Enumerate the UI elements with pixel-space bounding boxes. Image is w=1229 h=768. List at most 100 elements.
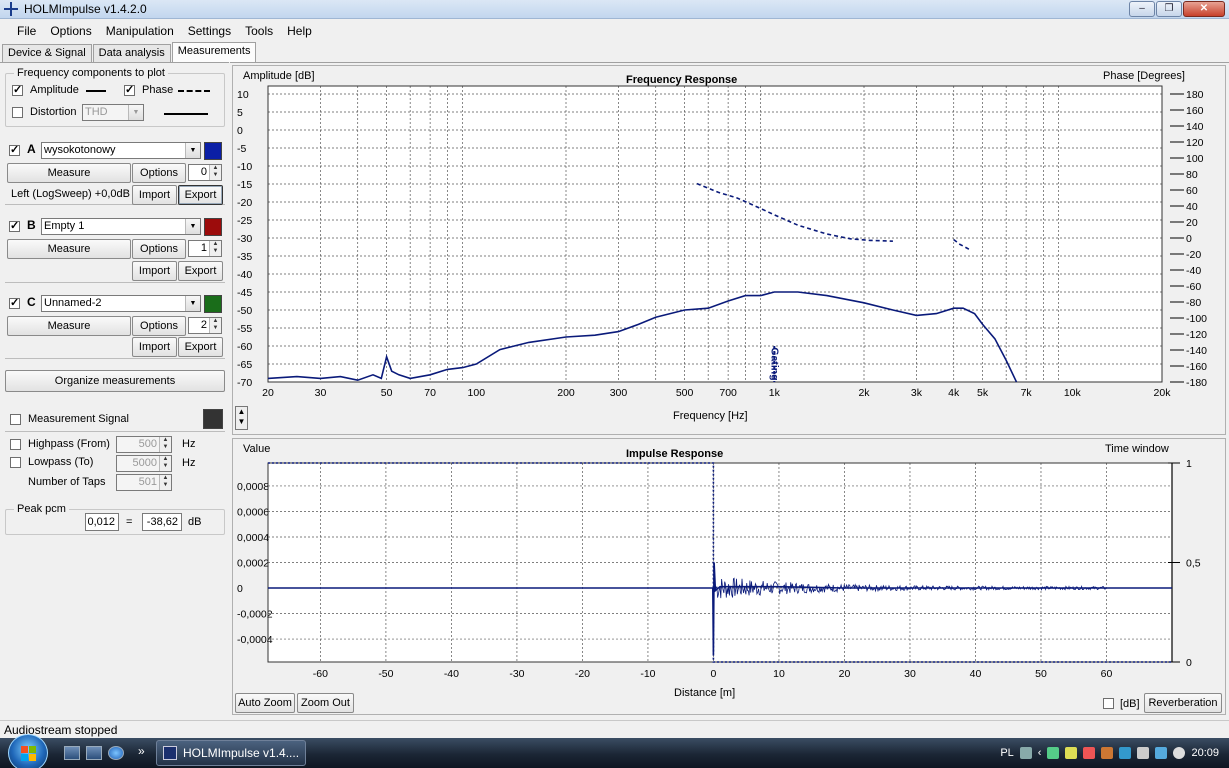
- internet-explorer-icon[interactable]: [108, 746, 124, 760]
- measurement-a-letter: A: [27, 142, 36, 156]
- freq-x-tick-label: 1k: [769, 387, 781, 399]
- highpass-checkbox[interactable]: [10, 438, 21, 450]
- measurement-c-import-button[interactable]: Import: [132, 337, 177, 357]
- reverberation-button[interactable]: Reverberation: [1144, 693, 1222, 713]
- freq-y-tick-label: -10: [237, 161, 252, 173]
- show-desktop-icon[interactable]: [64, 746, 80, 760]
- stepper-arrows-icon[interactable]: ▲ ▼: [159, 456, 171, 471]
- measurement-c-options-button[interactable]: Options: [132, 316, 186, 336]
- tab-data-analysis[interactable]: Data analysis: [92, 44, 171, 62]
- tray-settings-icon[interactable]: [1119, 747, 1132, 759]
- distortion-checkbox[interactable]: [12, 106, 23, 118]
- tab-device-signal[interactable]: Device & Signal: [2, 44, 92, 62]
- measurement-a-checkbox[interactable]: [9, 143, 20, 156]
- measurement-c-select[interactable]: Unnamed-2 ▼: [41, 295, 201, 312]
- measurement-a-import-button[interactable]: Import: [132, 185, 177, 205]
- measurement-a-measure-button[interactable]: Measure: [7, 163, 131, 183]
- organize-measurements-button[interactable]: Organize measurements: [5, 370, 225, 392]
- tab-measurements[interactable]: Measurements: [171, 42, 257, 62]
- start-button[interactable]: [8, 734, 48, 768]
- measurement-b-export-button[interactable]: Export: [178, 261, 223, 281]
- language-indicator[interactable]: PL: [1000, 747, 1013, 759]
- volume-icon[interactable]: [1101, 747, 1114, 759]
- freq-y-tick-label: 5: [237, 107, 243, 119]
- measurement-c-index-stepper[interactable]: 2 ▲ ▼: [188, 317, 222, 334]
- battery-icon[interactable]: [1137, 747, 1150, 759]
- measurement-c-checkbox[interactable]: [9, 296, 20, 309]
- measurement-a-color-swatch[interactable]: [204, 142, 222, 160]
- peak-pcm-legend: Peak pcm: [14, 503, 69, 515]
- measurement-a-select[interactable]: wysokotonowy ▼: [41, 142, 201, 159]
- freq-x-tick-label: 20: [262, 387, 274, 399]
- measurement-b-select[interactable]: Empty 1 ▼: [41, 218, 201, 235]
- taps-stepper[interactable]: 501 ▲ ▼: [116, 474, 172, 491]
- menu-help[interactable]: Help: [280, 24, 319, 38]
- speaker-icon[interactable]: [1173, 747, 1186, 759]
- taskbar-holmimpulse-button[interactable]: HOLMImpulse v1.4....: [156, 740, 306, 766]
- action-center-icon[interactable]: [1083, 747, 1096, 759]
- distortion-select-value: THD: [85, 106, 108, 118]
- measurement-c-export-button[interactable]: Export: [178, 337, 223, 357]
- measurement-c-measure-button[interactable]: Measure: [7, 316, 131, 336]
- maximize-button[interactable]: ❐: [1156, 1, 1182, 17]
- phase-checkbox[interactable]: [124, 83, 135, 96]
- menu-bar: File Options Manipulation Settings Tools…: [0, 20, 1229, 41]
- measurement-a-index-stepper[interactable]: 0 ▲ ▼: [188, 164, 222, 181]
- peak-pcm-value: 0,012: [85, 513, 119, 531]
- frequency-components-legend: Frequency components to plot: [14, 67, 168, 79]
- stepper-arrows-icon[interactable]: ▲ ▼: [159, 437, 171, 452]
- measurement-b-color-swatch[interactable]: [204, 218, 222, 236]
- measurement-signal-checkbox[interactable]: [10, 413, 21, 425]
- measurement-b-index-stepper[interactable]: 1 ▲ ▼: [188, 240, 222, 257]
- stepper-arrows-icon[interactable]: ▲ ▼: [159, 475, 171, 490]
- lowpass-checkbox[interactable]: [10, 456, 21, 468]
- scroll-up-down-icon[interactable]: ▲ ▼: [235, 406, 248, 430]
- menu-settings[interactable]: Settings: [181, 24, 238, 38]
- keyboard-icon[interactable]: [1019, 747, 1032, 759]
- freq-y-tick-label: -45: [237, 287, 252, 299]
- signal-color-swatch[interactable]: [203, 409, 223, 429]
- holmimpulse-task-icon: [163, 746, 177, 760]
- tray-app-icon[interactable]: [1047, 747, 1060, 759]
- imp-x-tick-label: 40: [970, 668, 982, 680]
- frequency-response-chart[interactable]: 1050-5-10-15-20-25-30-35-40-45-50-55-60-…: [233, 66, 1227, 436]
- measurement-b-measure-button[interactable]: Measure: [7, 239, 131, 259]
- freq-y2-tick-label: -100: [1186, 313, 1207, 325]
- tray-expand-icon[interactable]: ‹: [1038, 747, 1042, 759]
- stepper-arrows-icon[interactable]: ▲ ▼: [209, 241, 221, 256]
- freq-y2-tick-label: -60: [1186, 281, 1201, 293]
- measurement-b-checkbox[interactable]: [9, 219, 20, 232]
- close-button[interactable]: ✕: [1183, 1, 1225, 17]
- amplitude-checkbox[interactable]: [12, 83, 23, 96]
- freq-x-tick-label: 20k: [1154, 387, 1172, 399]
- measurement-c-row: C Unnamed-2 ▼ Measure Options 2 ▲▼ Impor…: [5, 291, 225, 359]
- stepper-arrows-icon[interactable]: ▲ ▼: [209, 318, 221, 333]
- imp-y-left-label: Value: [243, 443, 271, 455]
- zoom-out-button[interactable]: Zoom Out: [297, 693, 354, 713]
- network-icon[interactable]: [1065, 747, 1078, 759]
- measurement-b-options-button[interactable]: Options: [132, 239, 186, 259]
- stepper-arrows-icon[interactable]: ▲ ▼: [209, 165, 221, 180]
- peak-pcm-group: Peak pcm 0,012 = -38,62 dB: [5, 503, 225, 535]
- distortion-select[interactable]: THD ▼: [82, 104, 144, 121]
- menu-manipulation[interactable]: Manipulation: [99, 24, 181, 38]
- lowpass-stepper[interactable]: 5000 ▲ ▼: [116, 455, 172, 472]
- minimize-button[interactable]: –: [1129, 1, 1155, 17]
- quick-launch-chevron-icon[interactable]: »: [138, 744, 145, 758]
- menu-file[interactable]: File: [10, 24, 43, 38]
- imp-y-tick-label: 0,0002: [237, 558, 269, 570]
- menu-options[interactable]: Options: [43, 24, 98, 38]
- measurement-c-color-swatch[interactable]: [204, 295, 222, 313]
- highpass-value: 500: [138, 438, 157, 450]
- impulse-response-chart[interactable]: -60 -50 -40 -30 -20 -10 0 10 20 30 40 50 600,00080,0…: [233, 439, 1227, 716]
- window-switch-icon[interactable]: [86, 746, 102, 760]
- db-checkbox[interactable]: [1103, 697, 1114, 709]
- measurement-a-export-button[interactable]: Export: [178, 185, 223, 205]
- display-icon[interactable]: [1155, 747, 1168, 759]
- highpass-stepper[interactable]: 500 ▲ ▼: [116, 436, 172, 453]
- auto-zoom-button[interactable]: Auto Zoom: [235, 693, 295, 713]
- menu-tools[interactable]: Tools: [238, 24, 280, 38]
- freq-x-tick-label: 300: [610, 387, 628, 399]
- measurement-a-options-button[interactable]: Options: [132, 163, 186, 183]
- measurement-b-import-button[interactable]: Import: [132, 261, 177, 281]
